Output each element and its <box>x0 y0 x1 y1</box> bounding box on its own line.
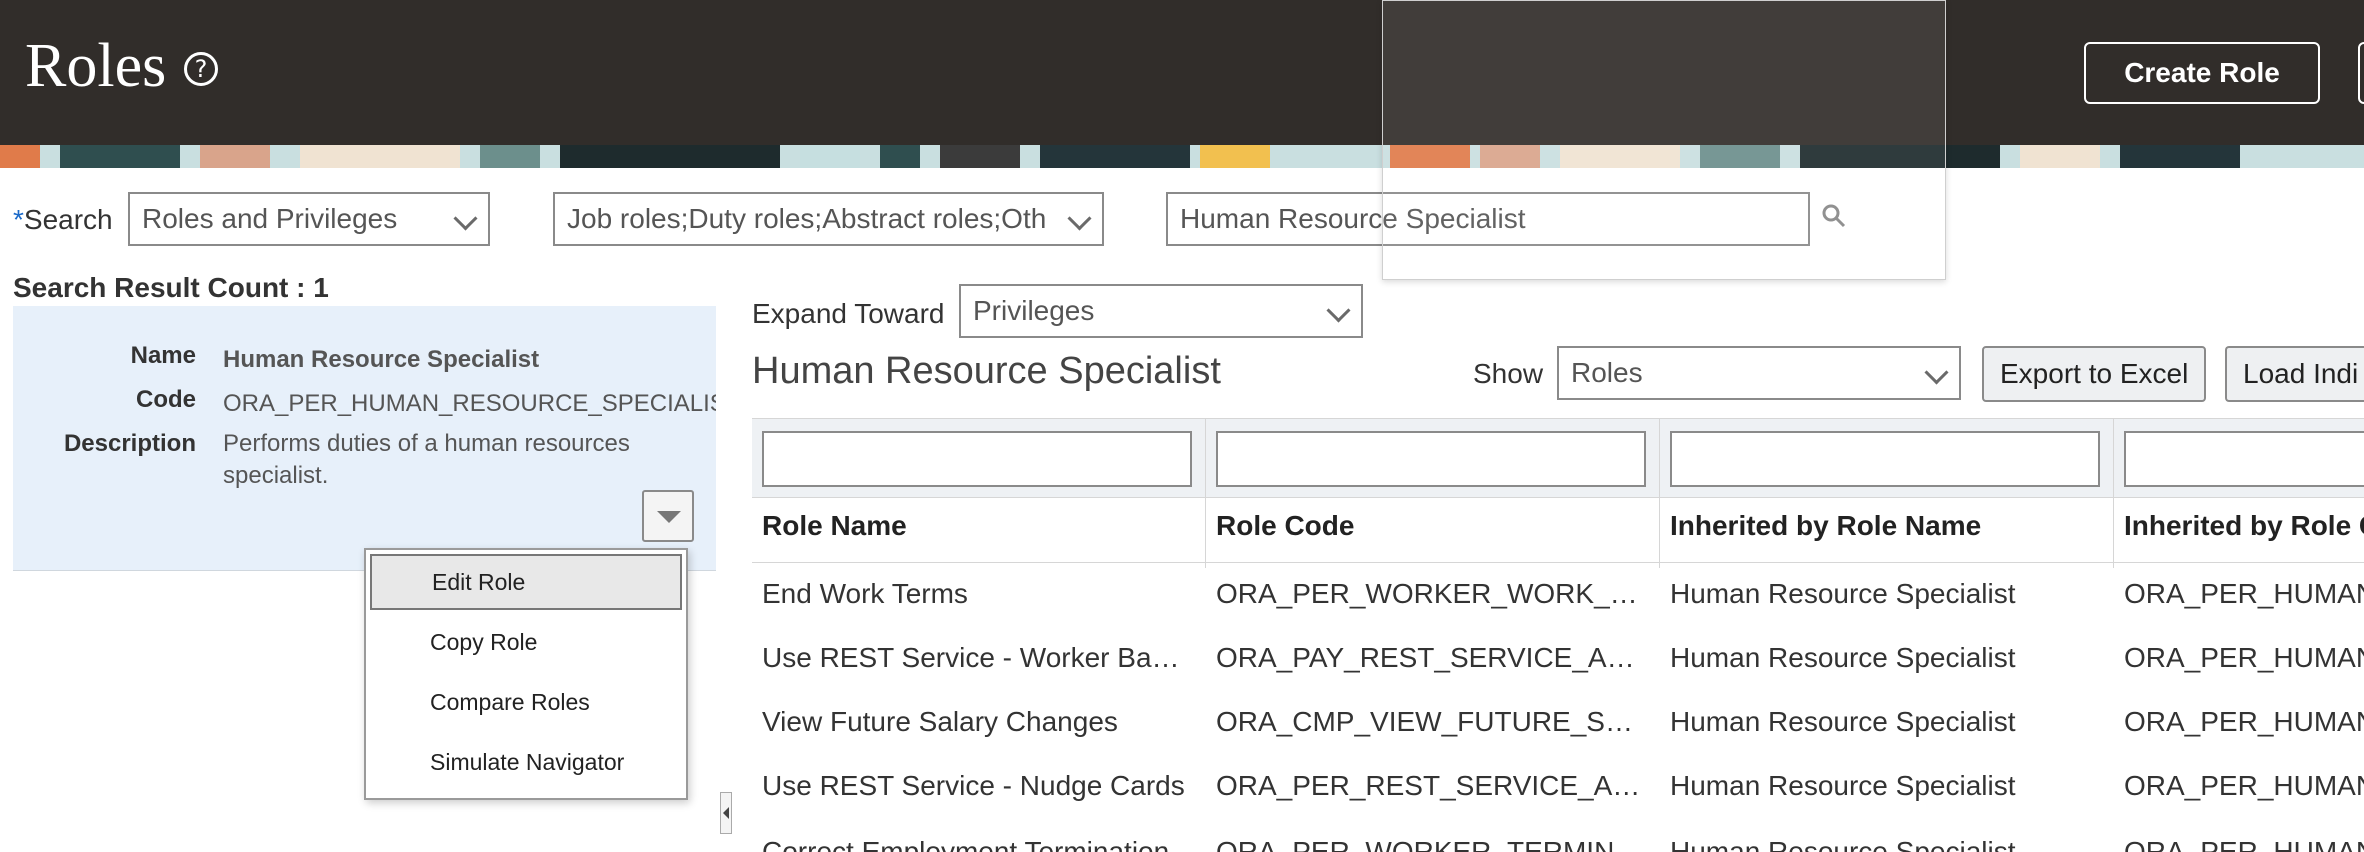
help-circle-icon[interactable]: ? <box>184 52 218 86</box>
role-result-card[interactable]: Name Human Resource Specialist Code ORA_… <box>13 306 716 571</box>
menu-item-copy-role[interactable]: Copy Role <box>370 614 682 670</box>
menu-item-edit-role[interactable]: Edit Role <box>370 554 682 610</box>
column-separator <box>2113 418 2114 568</box>
cell-inherited-role-name: Human Resource Specialist <box>1670 578 2016 609</box>
name-label: Name <box>130 342 196 369</box>
expand-toward-label: Expand Toward <box>752 298 945 329</box>
name-value: Human Resource Specialist <box>223 346 540 373</box>
filter-inherited-code-input[interactable] <box>2124 431 2364 487</box>
cell-role-name: End Work Terms <box>762 578 968 609</box>
page-title: Roles <box>25 32 167 100</box>
cell-role-name: View Future Salary Changes <box>762 706 1118 737</box>
expand-toward-select[interactable]: Privileges <box>959 284 1363 338</box>
triangle-down-icon <box>657 511 681 523</box>
required-marker: * <box>13 204 24 235</box>
header-divider <box>752 562 2364 563</box>
menu-item-simulate-navigator[interactable]: Simulate Navigator <box>370 734 682 790</box>
cell-role-code: ORA_PAY_REST_SERVICE_A… <box>1216 642 1635 673</box>
chevron-down-icon <box>453 206 478 231</box>
code-label: Code <box>136 386 196 413</box>
column-separator <box>1205 418 1206 568</box>
cell-inherited-role-name: Human Resource Specialist <box>1670 836 2016 852</box>
description-value-line2: specialist. <box>223 462 329 489</box>
chevron-down-icon <box>1924 360 1949 385</box>
column-header-role-code[interactable]: Role Code <box>1216 510 1354 542</box>
menu-item-compare-roles[interactable]: Compare Roles <box>370 674 682 730</box>
actions-menu: Edit Role Copy Role Compare Roles Simula… <box>364 548 688 800</box>
column-header-inherited-role-name[interactable]: Inherited by Role Name <box>1670 510 1981 542</box>
header-banner <box>0 145 2364 168</box>
load-button[interactable]: Load Indi <box>2225 346 2364 402</box>
panel-splitter-collapse[interactable] <box>720 792 732 834</box>
description-label: Description <box>63 430 196 457</box>
chevron-down-icon <box>1067 206 1092 231</box>
cell-role-code: ORA_PER_WORKER_TERMIN… <box>1216 836 1643 852</box>
cell-inherited-role-code: ORA_PER_HUMAN <box>2124 642 2364 673</box>
description-value-line1: Performs duties of a human resources <box>223 430 630 457</box>
cell-role-code: ORA_CMP_VIEW_FUTURE_S… <box>1216 706 1633 737</box>
search-type-select[interactable]: Roles and Privileges <box>128 192 490 246</box>
cell-inherited-role-name: Human Resource Specialist <box>1670 770 2016 801</box>
cell-role-code: ORA_PER_WORKER_WORK_… <box>1216 578 1638 609</box>
cell-inherited-role-code: ORA_PER_HUMAN <box>2124 836 2364 852</box>
cell-role-name: Use REST Service - Worker Ba… <box>762 642 1180 673</box>
search-label: *Search <box>13 204 113 235</box>
column-separator <box>1659 418 1660 568</box>
show-select[interactable]: Roles <box>1557 346 1961 400</box>
role-title: Human Resource Specialist <box>752 350 1221 392</box>
search-result-count: Search Result Count : 1 <box>13 272 329 303</box>
cell-inherited-role-name: Human Resource Specialist <box>1670 642 2016 673</box>
show-label: Show <box>1473 358 1544 389</box>
filter-inherited-name-input[interactable] <box>1670 431 2100 487</box>
column-header-inherited-role-code[interactable]: Inherited by Role C <box>2124 510 2364 542</box>
cell-inherited-role-code: ORA_PER_HUMAN <box>2124 770 2364 801</box>
chevron-down-icon <box>1326 298 1351 323</box>
create-role-button[interactable]: Create Role <box>2084 42 2320 104</box>
overlay-panel <box>1382 0 1946 280</box>
filter-role-code-input[interactable] <box>1216 431 1646 487</box>
cell-inherited-role-code: ORA_PER_HUMAN <box>2124 706 2364 737</box>
cell-inherited-role-name: Human Resource Specialist <box>1670 706 2016 737</box>
app-header: Roles ? Create Role <box>0 0 2364 145</box>
cell-role-name: Use REST Service - Nudge Cards <box>762 770 1185 801</box>
cell-inherited-role-code: ORA_PER_HUMAN <box>2124 578 2364 609</box>
role-types-select[interactable]: Job roles;Duty roles;Abstract roles;Oth <box>553 192 1104 246</box>
table-filter-row <box>752 418 2364 498</box>
actions-menu-button[interactable] <box>642 490 694 542</box>
column-header-role-name[interactable]: Role Name <box>762 510 907 542</box>
cell-role-code: ORA_PER_REST_SERVICE_A… <box>1216 770 1641 801</box>
code-value: ORA_PER_HUMAN_RESOURCE_SPECIALIST_JO <box>223 390 716 417</box>
cell-role-name: Correct Employment Termination <box>762 836 1170 852</box>
filter-role-name-input[interactable] <box>762 431 1192 487</box>
export-to-excel-button[interactable]: Export to Excel <box>1982 346 2207 402</box>
header-more-button[interactable] <box>2358 42 2364 104</box>
